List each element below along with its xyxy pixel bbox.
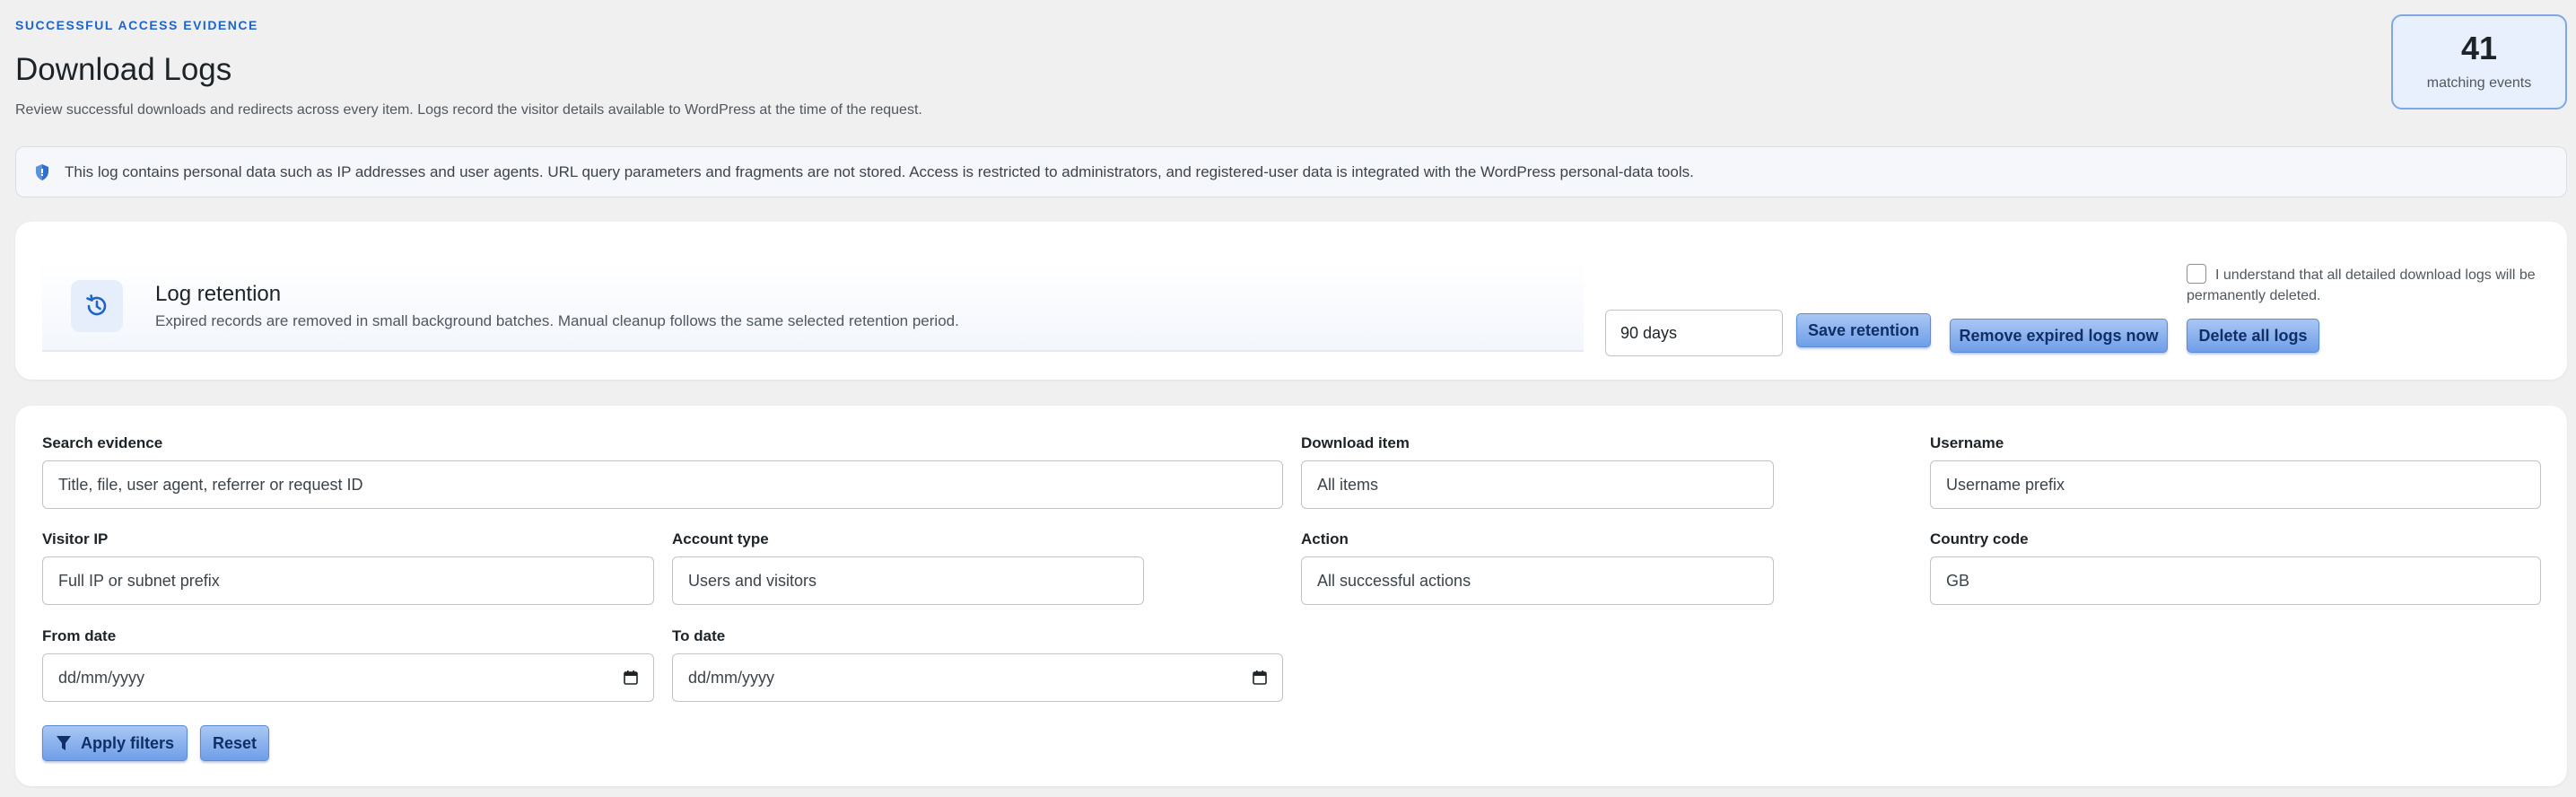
action-label: Action <box>1301 530 1349 547</box>
from-date-placeholder: dd/mm/yyyy <box>58 668 145 687</box>
retention-title: Log retention <box>155 282 282 306</box>
apply-filters-button[interactable]: Apply filters <box>42 725 188 761</box>
shield-icon <box>34 163 50 181</box>
visitor-ip-input[interactable]: Full IP or subnet prefix <box>42 556 654 605</box>
remove-expired-logs-button[interactable]: Remove expired logs now <box>1950 319 2168 353</box>
apply-filters-label: Apply filters <box>80 733 175 752</box>
download-item-label: Download item <box>1301 434 1410 451</box>
country-code-label: Country code <box>1930 530 2029 547</box>
save-retention-button[interactable]: Save retention <box>1796 313 1931 347</box>
reset-filters-button[interactable]: Reset <box>200 725 269 761</box>
visitor-ip-label: Visitor IP <box>42 530 109 547</box>
delete-confirmation: I understand that all detailed download … <box>2187 263 2554 306</box>
country-code-input[interactable]: GB <box>1930 556 2541 605</box>
search-input[interactable]: Title, file, user agent, referrer or req… <box>42 460 1283 509</box>
delete-confirm-checkbox[interactable] <box>2187 263 2206 284</box>
delete-confirm-text: I understand that all detailed download … <box>2187 267 2536 303</box>
from-date-label: From date <box>42 627 117 644</box>
matching-events-card: 41 matching events <box>2391 14 2567 109</box>
retention-period-select[interactable]: 90 days <box>1605 310 1783 356</box>
action-select[interactable]: All successful actions <box>1301 556 1774 605</box>
to-date-input[interactable]: dd/mm/yyyy <box>672 653 1283 702</box>
matching-events-label: matching events <box>2426 75 2532 91</box>
page-title: Download Logs <box>15 52 232 87</box>
retention-description: Expired records are removed in small bac… <box>155 312 959 329</box>
calendar-icon[interactable] <box>1252 670 1268 686</box>
to-date-placeholder: dd/mm/yyyy <box>688 668 775 687</box>
calendar-icon[interactable] <box>623 670 639 686</box>
username-input[interactable]: Username prefix <box>1930 460 2541 509</box>
history-icon <box>71 280 123 332</box>
page-description: Review successful downloads and redirect… <box>15 102 922 118</box>
delete-all-logs-button[interactable]: Delete all logs <box>2187 319 2319 353</box>
download-item-select[interactable]: All items <box>1301 460 1774 509</box>
retention-panel: Log retention Expired records are remove… <box>42 262 1584 352</box>
from-date-input[interactable]: dd/mm/yyyy <box>42 653 654 702</box>
username-label: Username <box>1930 434 2004 451</box>
account-type-label: Account type <box>672 530 769 547</box>
filters-card: Search evidence Title, file, user agent,… <box>15 406 2567 786</box>
privacy-notice-text: This log contains personal data such as … <box>65 162 1694 180</box>
retention-card: Log retention Expired records are remove… <box>15 222 2567 380</box>
filter-icon <box>56 734 72 752</box>
matching-events-count: 41 <box>2460 30 2498 66</box>
page-eyebrow: SUCCESSFUL ACCESS EVIDENCE <box>15 18 258 32</box>
privacy-notice: This log contains personal data such as … <box>15 146 2567 197</box>
to-date-label: To date <box>672 627 726 644</box>
account-type-select[interactable]: Users and visitors <box>672 556 1144 605</box>
search-label: Search evidence <box>42 434 163 451</box>
